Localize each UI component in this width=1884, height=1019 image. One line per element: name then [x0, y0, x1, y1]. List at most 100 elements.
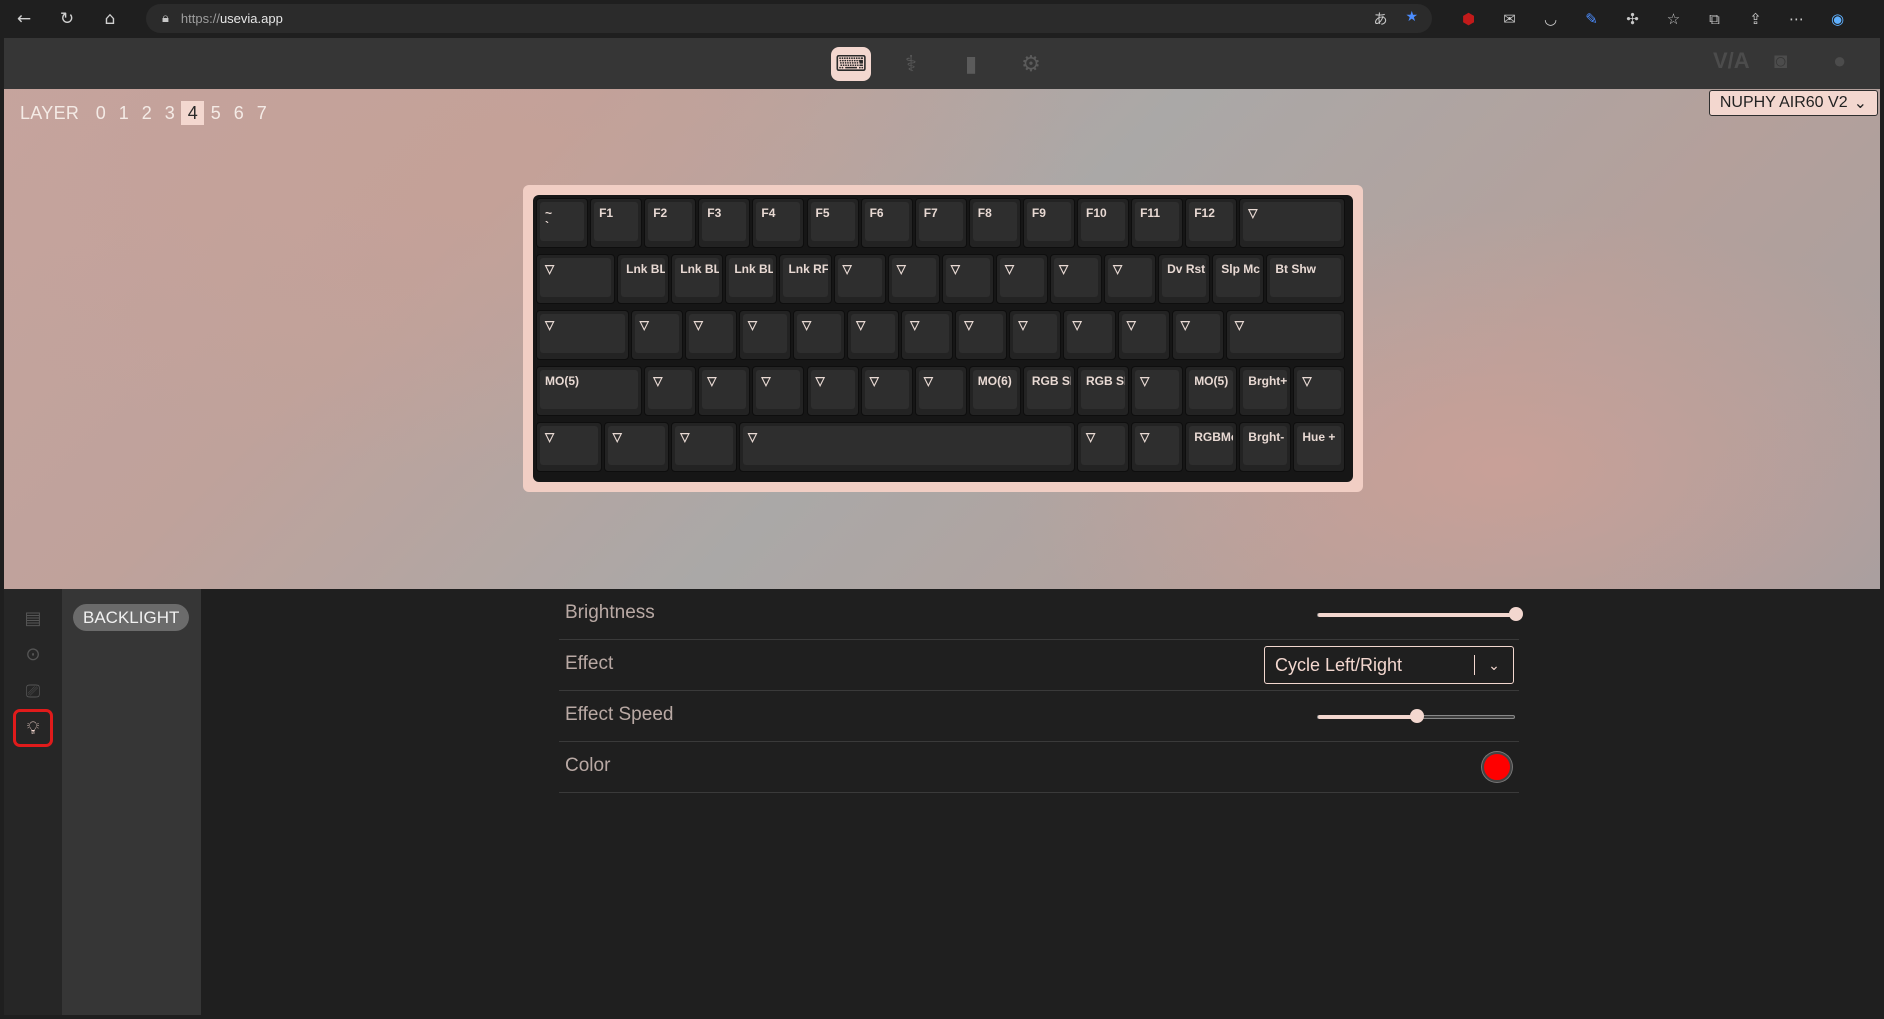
favorites-icon[interactable]: ☆ — [1653, 0, 1694, 38]
keycaps-icon[interactable]: ▤ — [19, 604, 47, 632]
discord-icon[interactable]: ◙ — [1774, 48, 1787, 74]
brightness-slider[interactable] — [1317, 607, 1523, 621]
key[interactable]: ▽ — [860, 366, 913, 416]
key[interactable]: F11 — [1131, 198, 1184, 248]
pen-icon[interactable]: ✎ — [1571, 0, 1612, 38]
reload-icon[interactable]: ↻ — [48, 0, 86, 38]
paintbrush-icon[interactable]: ▮ — [951, 47, 991, 81]
key[interactable]: ▽ — [847, 310, 900, 360]
read-aloud-icon[interactable]: あ — [1373, 9, 1387, 29]
key[interactable]: Lnk RF — [779, 254, 832, 304]
key[interactable]: F3 — [698, 198, 751, 248]
key[interactable]: ▽ — [1117, 310, 1170, 360]
key[interactable]: Bt Shw — [1266, 254, 1346, 304]
key[interactable]: Brght- — [1239, 422, 1292, 472]
key[interactable]: ▽ — [941, 254, 994, 304]
key[interactable]: ▽ — [887, 254, 940, 304]
key[interactable]: ▽ — [995, 254, 1048, 304]
stethoscope-icon[interactable]: ⚕ — [891, 47, 931, 81]
key[interactable]: RGB SI — [1022, 366, 1075, 416]
key[interactable]: ▽ — [603, 422, 670, 472]
effect-speed-thumb[interactable] — [1410, 709, 1424, 723]
collections-icon[interactable]: ⧉ — [1694, 0, 1735, 38]
key[interactable]: ▽ — [914, 366, 967, 416]
key[interactable]: ▽ — [901, 310, 954, 360]
key[interactable]: ▽ — [738, 310, 791, 360]
save-load-icon[interactable]: ⎚ — [19, 677, 47, 705]
key[interactable]: Brght+ — [1239, 366, 1292, 416]
macros-icon[interactable]: ⊙ — [19, 640, 47, 668]
key[interactable]: ▽ — [698, 366, 751, 416]
key[interactable]: ▽ — [833, 254, 886, 304]
key[interactable]: ~ ` — [536, 198, 589, 248]
key[interactable]: ▽ — [1104, 254, 1157, 304]
key[interactable]: ▽ — [1063, 310, 1116, 360]
key[interactable]: ▽ — [806, 366, 859, 416]
key[interactable]: ▽ — [1077, 422, 1130, 472]
key[interactable]: F7 — [914, 198, 967, 248]
key[interactable]: ▽ — [738, 422, 1075, 472]
address-bar[interactable]: 🔒︎ https://usevia.app あ ★ — [146, 4, 1432, 33]
extensions-icon[interactable]: ✣ — [1612, 0, 1653, 38]
key[interactable]: Dv Rst — [1158, 254, 1211, 304]
backlight-tab[interactable]: BACKLIGHT — [73, 604, 190, 631]
github-icon[interactable]: ● — [1833, 48, 1846, 74]
key[interactable]: MO(5) — [1185, 366, 1238, 416]
key[interactable]: F2 — [644, 198, 697, 248]
key[interactable]: Hue + — [1293, 422, 1346, 472]
key[interactable]: ▽ — [1009, 310, 1062, 360]
layer-2-button[interactable]: 2 — [135, 101, 158, 125]
more-icon[interactable]: ⋯ — [1776, 0, 1817, 38]
key[interactable]: Lnk BL — [671, 254, 724, 304]
key[interactable]: ▽ — [536, 254, 616, 304]
key[interactable]: MO(6) — [968, 366, 1021, 416]
key[interactable]: ▽ — [536, 310, 629, 360]
brightness-thumb[interactable] — [1509, 607, 1523, 621]
key[interactable]: ▽ — [1131, 366, 1184, 416]
key[interactable]: ▽ — [630, 310, 683, 360]
gear-icon[interactable]: ⚙ — [1011, 47, 1051, 81]
key[interactable]: F10 — [1077, 198, 1130, 248]
key[interactable]: ▽ — [1049, 254, 1103, 304]
key[interactable]: ▽ — [1171, 310, 1224, 360]
key[interactable]: ▽ — [536, 422, 602, 472]
pocket-icon[interactable]: ◡ — [1530, 0, 1571, 38]
layer-3-button[interactable]: 3 — [158, 101, 181, 125]
key[interactable]: RGB SI — [1077, 366, 1130, 416]
color-picker[interactable] — [1482, 752, 1512, 782]
key[interactable]: ▽ — [1131, 422, 1184, 472]
key[interactable]: MO(5) — [536, 366, 643, 416]
keyboard-icon[interactable]: ⌨ — [831, 47, 871, 81]
key[interactable]: RGBMo — [1185, 422, 1238, 472]
effect-select[interactable]: Cycle Left/Right ⌄ — [1264, 646, 1514, 684]
key[interactable]: ▽ — [1239, 198, 1346, 248]
device-selector[interactable]: NUPHY AIR60 V2 ⌄ — [1708, 90, 1878, 116]
key[interactable]: ▽ — [955, 310, 1008, 360]
key[interactable]: Slp Mc — [1212, 254, 1265, 304]
layer-1-button[interactable]: 1 — [112, 101, 135, 125]
effect-speed-slider[interactable] — [1317, 709, 1515, 723]
layer-6-button[interactable]: 6 — [227, 101, 250, 125]
ublock-icon[interactable]: ⬢ — [1448, 0, 1489, 38]
favorite-star-icon[interactable]: ★ — [1405, 9, 1418, 29]
layer-0-button[interactable]: 0 — [89, 101, 112, 125]
layer-4-button[interactable]: 4 — [181, 101, 205, 125]
key[interactable]: F4 — [752, 198, 805, 248]
key[interactable]: ▽ — [792, 310, 846, 360]
via-logo-icon[interactable]: V/A — [1713, 48, 1750, 74]
key[interactable]: F8 — [968, 198, 1021, 248]
key[interactable]: ▽ — [1293, 366, 1346, 416]
key[interactable]: Lnk BL — [725, 254, 778, 304]
layer-5-button[interactable]: 5 — [204, 101, 227, 125]
key[interactable]: F12 — [1185, 198, 1238, 248]
home-icon[interactable]: ⌂ — [91, 0, 129, 38]
back-icon[interactable]: ← — [5, 0, 43, 38]
key[interactable]: Lnk BL — [617, 254, 670, 304]
key[interactable]: ▽ — [1225, 310, 1346, 360]
key[interactable]: F1 — [590, 198, 643, 248]
key[interactable]: F9 — [1022, 198, 1075, 248]
mail-icon[interactable]: ✉ — [1489, 0, 1530, 38]
lightbulb-icon[interactable]: 💡︎ — [13, 709, 53, 747]
key[interactable]: ▽ — [684, 310, 737, 360]
key[interactable]: ▽ — [752, 366, 805, 416]
